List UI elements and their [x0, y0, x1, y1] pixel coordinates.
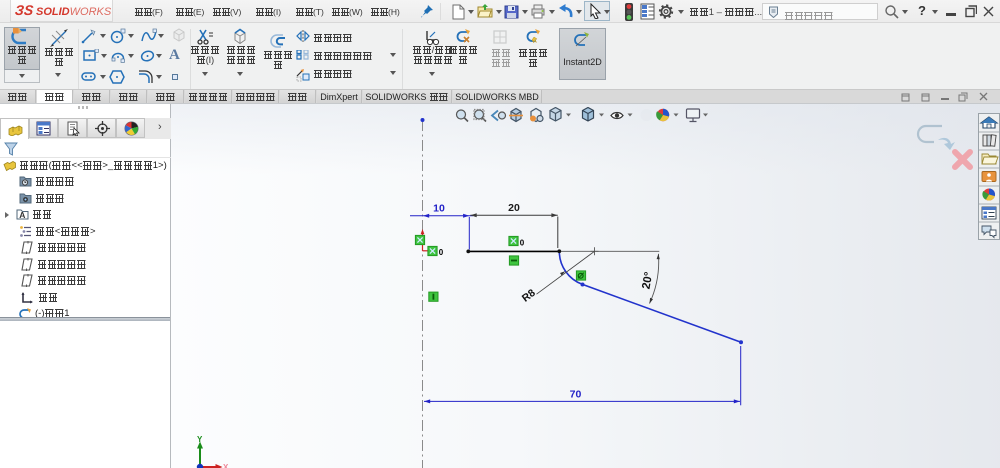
svg-text:70: 70 — [570, 389, 582, 401]
svg-text:20: 20 — [508, 202, 520, 214]
svg-text:0: 0 — [520, 239, 525, 248]
svg-text:10: 10 — [433, 203, 445, 215]
svg-text:20°: 20° — [641, 271, 656, 291]
svg-text:0: 0 — [439, 248, 444, 257]
svg-text:Y: Y — [197, 435, 203, 444]
svg-text:X: X — [223, 463, 229, 468]
svg-text:R8: R8 — [520, 287, 538, 305]
